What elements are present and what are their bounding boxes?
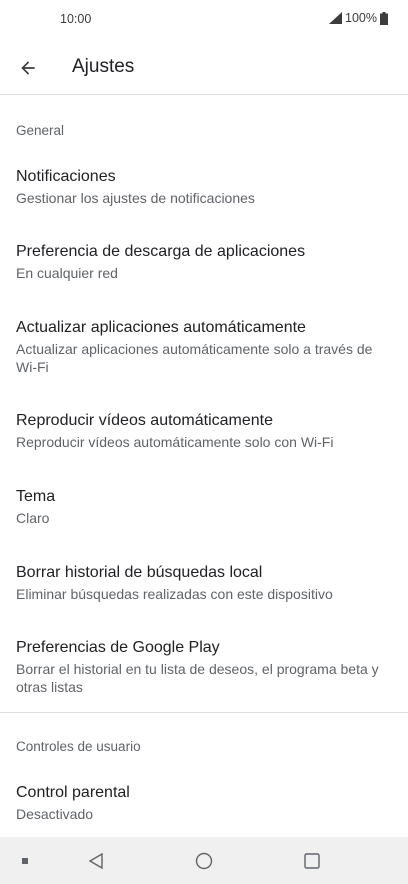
setting-title: Preferencia de descarga de aplicaciones	[16, 243, 306, 260]
battery-percent: 100%	[345, 11, 377, 25]
status-time: 10:00	[60, 12, 92, 26]
nav-back-button[interactable]	[80, 845, 112, 877]
setting-title: Tema	[16, 488, 56, 505]
nav-home-button[interactable]	[188, 845, 220, 877]
setting-notifications[interactable]: Notificaciones Gestionar los ajustes de …	[0, 166, 408, 207]
battery-icon	[380, 11, 388, 25]
system-nav-bar	[0, 837, 408, 884]
settings-list: General Notificaciones Gestionar los aju…	[0, 96, 408, 837]
section-divider	[0, 712, 408, 713]
setting-subtitle: Claro	[16, 510, 50, 526]
page-title: Ajustes	[72, 56, 135, 77]
app-bar: Ajustes	[0, 40, 408, 95]
back-button[interactable]	[12, 52, 44, 84]
square-dot-icon	[22, 858, 28, 864]
setting-subtitle: Gestionar los ajustes de notificaciones	[16, 190, 255, 206]
setting-auto-update[interactable]: Actualizar aplicaciones automáticamente …	[0, 317, 408, 376]
nav-menu-button[interactable]	[9, 845, 41, 877]
arrow-back-icon	[21, 61, 35, 75]
section-header-general: General	[16, 123, 65, 138]
setting-autoplay-videos[interactable]: Reproducir vídeos automáticamente Reprod…	[0, 410, 408, 451]
setting-title: Preferencias de Google Play	[16, 639, 220, 656]
status-icons: 100%	[329, 11, 388, 25]
setting-title: Notificaciones	[16, 168, 116, 185]
setting-title: Actualizar aplicaciones automáticamente	[16, 319, 306, 336]
setting-title: Control parental	[16, 784, 130, 801]
setting-subtitle: Eliminar búsquedas realizadas con este d…	[16, 586, 333, 602]
setting-title: Reproducir vídeos automáticamente	[16, 412, 274, 429]
square-recents-icon	[304, 853, 320, 869]
section-header-user-controls: Controles de usuario	[16, 739, 141, 754]
setting-download-preference[interactable]: Preferencia de descarga de aplicaciones …	[0, 241, 408, 282]
setting-subtitle: Reproducir vídeos automáticamente solo c…	[16, 434, 334, 450]
setting-clear-search-history[interactable]: Borrar historial de búsquedas local Elim…	[0, 562, 408, 603]
setting-theme[interactable]: Tema Claro	[0, 486, 408, 527]
status-bar: 10:00 100%	[0, 0, 408, 40]
triangle-back-icon	[88, 852, 103, 870]
signal-icon	[329, 12, 343, 24]
setting-title: Borrar historial de búsquedas local	[16, 564, 263, 581]
nav-recents-button[interactable]	[296, 845, 328, 877]
setting-parental-control[interactable]: Control parental Desactivado	[0, 782, 408, 823]
setting-subtitle: Actualizar aplicaciones automáticamente …	[16, 341, 373, 375]
setting-subtitle: Desactivado	[16, 806, 94, 822]
setting-subtitle: En cualquier red	[16, 265, 118, 281]
circle-home-icon	[195, 852, 213, 870]
setting-google-play-preferences[interactable]: Preferencias de Google Play Borrar el hi…	[0, 637, 408, 696]
setting-subtitle: Borrar el historial en tu lista de deseo…	[16, 661, 379, 695]
